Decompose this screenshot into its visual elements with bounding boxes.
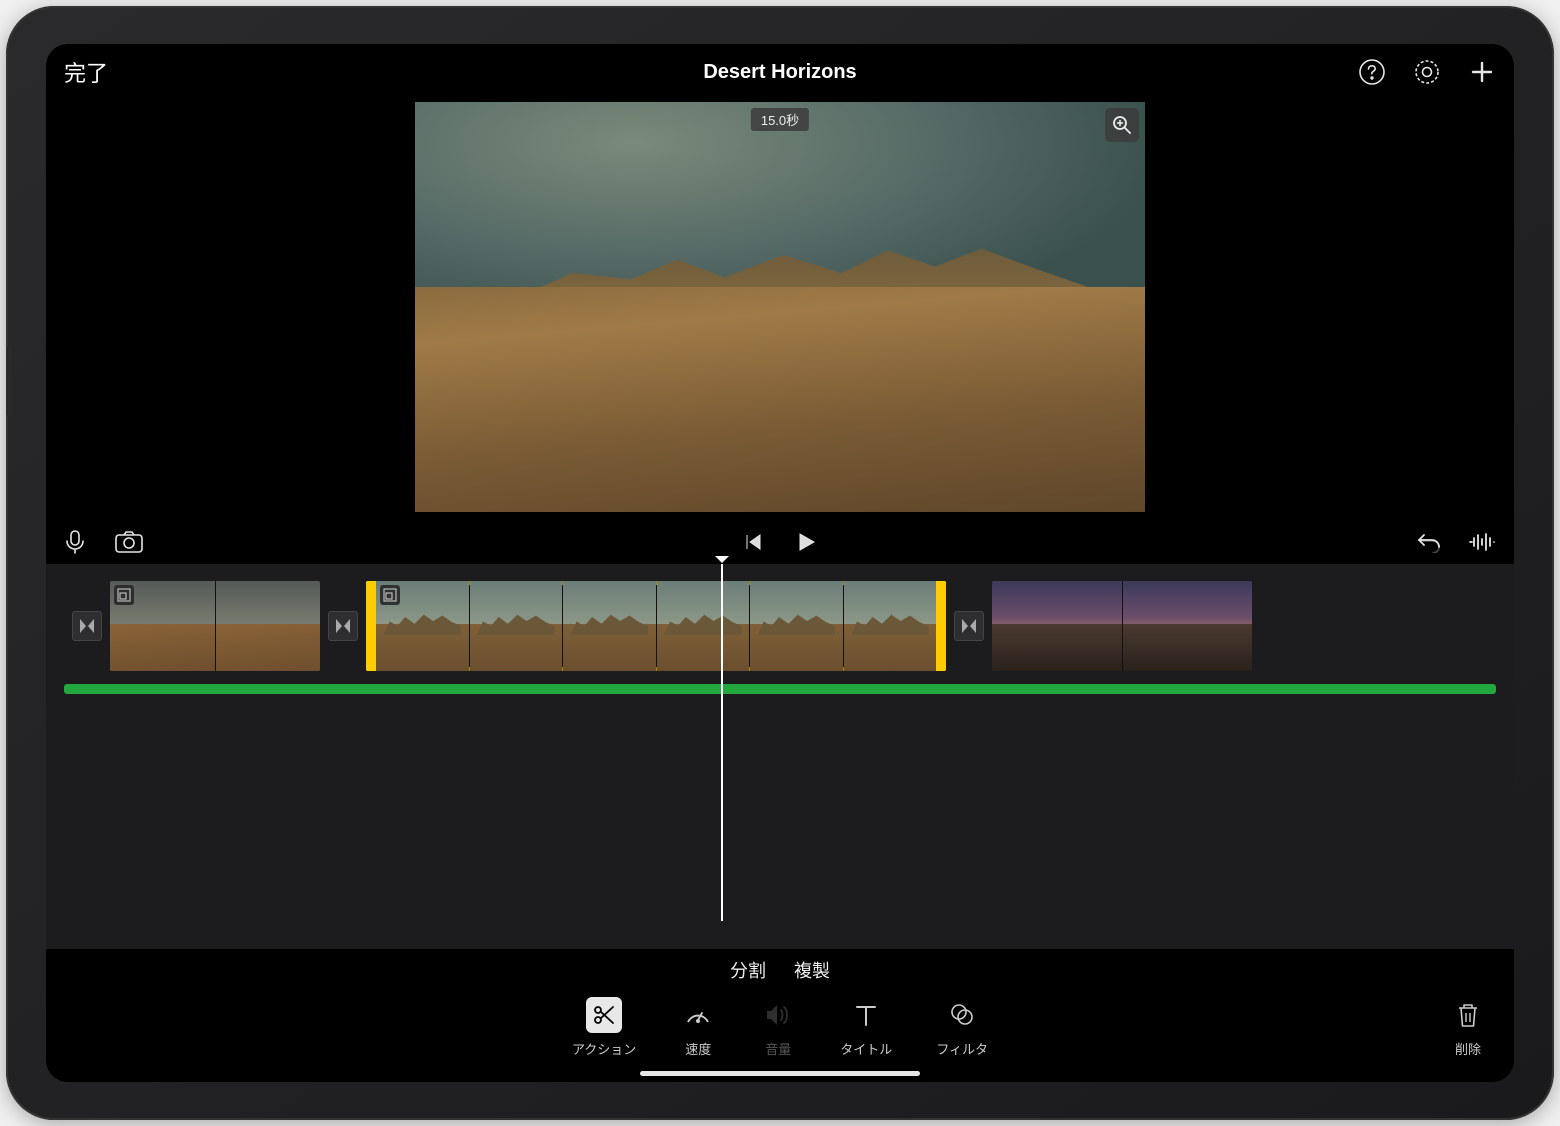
app-screen: 完了 Desert Horizons 15.0秒: [46, 44, 1514, 1082]
play-button[interactable]: [795, 531, 817, 553]
tool-title-label: タイトル: [840, 1039, 892, 1058]
zoom-in-button[interactable]: [1105, 108, 1139, 142]
done-button[interactable]: 完了: [64, 56, 108, 88]
preview-area: 15.0秒: [46, 100, 1514, 520]
video-track: [64, 578, 1496, 674]
camera-button[interactable]: [114, 529, 144, 555]
timeline-clip-3[interactable]: [992, 581, 1252, 671]
kenburns-icon: [114, 585, 134, 605]
home-indicator[interactable]: [640, 1071, 920, 1076]
video-preview[interactable]: 15.0秒: [415, 102, 1145, 512]
filter-circles-icon: [944, 997, 980, 1033]
tool-filter[interactable]: フィルタ: [936, 997, 988, 1058]
tool-delete-label: 削除: [1455, 1039, 1481, 1058]
clip-trim-handle-left[interactable]: [366, 581, 376, 671]
playhead[interactable]: [721, 564, 723, 921]
tool-title[interactable]: タイトル: [840, 997, 892, 1058]
tool-volume-label: 音量: [765, 1039, 791, 1058]
clip-trim-handle-right[interactable]: [936, 581, 946, 671]
timeline-clip-1[interactable]: [110, 581, 320, 671]
kenburns-icon: [380, 585, 400, 605]
transport-bar: [46, 520, 1514, 564]
settings-gear-icon[interactable]: [1412, 57, 1442, 87]
device-frame: 完了 Desert Horizons 15.0秒: [6, 6, 1554, 1120]
tool-delete[interactable]: 削除: [1450, 997, 1486, 1058]
transition-1-2[interactable]: [328, 611, 358, 641]
audio-track[interactable]: [64, 684, 1496, 694]
skip-to-start-button[interactable]: [743, 532, 763, 552]
microphone-button[interactable]: [64, 529, 86, 555]
waveform-toggle-button[interactable]: [1468, 531, 1496, 553]
speedometer-icon: [680, 997, 716, 1033]
scissors-icon: [586, 997, 622, 1033]
timeline[interactable]: [46, 564, 1514, 949]
duplicate-action[interactable]: 複製: [794, 957, 830, 983]
tool-volume: 音量: [760, 997, 796, 1058]
transition-2-3[interactable]: [954, 611, 984, 641]
inspector-bar: 分割 複製 アクション 速度 音量: [46, 949, 1514, 1082]
tool-filter-label: フィルタ: [936, 1039, 988, 1058]
split-action[interactable]: 分割: [730, 957, 766, 983]
tool-action[interactable]: アクション: [572, 997, 636, 1058]
text-icon: [848, 997, 884, 1033]
top-bar: 完了 Desert Horizons: [46, 44, 1514, 100]
trash-icon: [1450, 997, 1486, 1033]
tool-action-label: アクション: [572, 1039, 636, 1058]
timeline-clip-2-selected[interactable]: [366, 581, 946, 671]
undo-button[interactable]: [1416, 531, 1442, 553]
transition-start[interactable]: [72, 611, 102, 641]
clip-duration-badge: 15.0秒: [751, 108, 809, 131]
add-media-button[interactable]: [1468, 58, 1496, 86]
speaker-icon: [760, 997, 796, 1033]
project-title: Desert Horizons: [46, 61, 1514, 84]
tool-speed-label: 速度: [685, 1039, 711, 1058]
tool-speed[interactable]: 速度: [680, 997, 716, 1058]
help-icon[interactable]: [1358, 58, 1386, 86]
